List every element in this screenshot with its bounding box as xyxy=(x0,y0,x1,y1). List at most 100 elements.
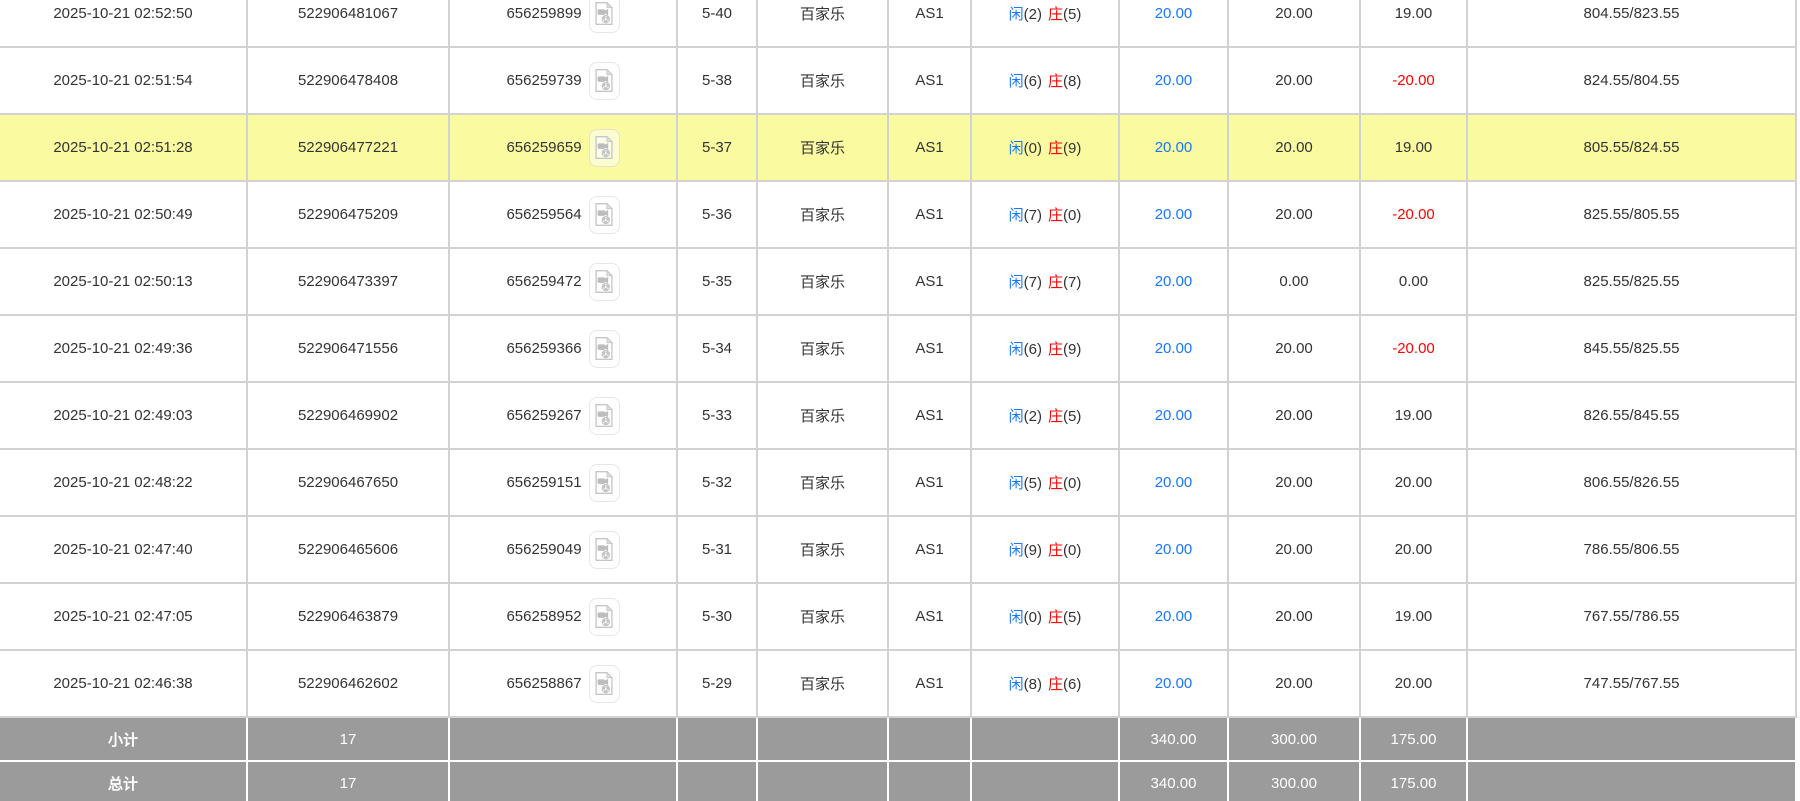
video-file-icon xyxy=(595,1,613,26)
video-replay-button[interactable] xyxy=(588,597,620,636)
banker-result-score: (5) xyxy=(1063,6,1082,23)
bet-amount-link[interactable]: 20.00 xyxy=(1155,72,1193,89)
round-number: 5-38 xyxy=(701,72,733,89)
bet-amount-link[interactable]: 20.00 xyxy=(1155,675,1193,692)
banker-result-label: 庄 xyxy=(1048,676,1064,693)
bet-amount-link[interactable]: 20.00 xyxy=(1155,206,1193,223)
game-result-cell: 闲(6) 庄(8) xyxy=(970,46,1120,115)
video-replay-button[interactable] xyxy=(588,61,620,100)
table-row[interactable]: 2025-10-21 02:46:38 522906462602 6562588… xyxy=(0,649,1797,718)
summary-empty-cell xyxy=(970,716,1120,762)
game-result-cell: 闲(0) 庄(9) xyxy=(970,113,1120,182)
bet-amount-link[interactable]: 20.00 xyxy=(1155,5,1193,22)
balance-cell: 786.55/806.55 xyxy=(1466,515,1797,584)
round-number-cell: 5-31 xyxy=(676,515,758,584)
video-file-icon xyxy=(595,604,613,628)
video-replay-button[interactable] xyxy=(588,195,620,234)
bet-time: 2025-10-21 02:50:13 xyxy=(53,273,193,290)
valid-bet-amount: 20.00 xyxy=(1275,407,1313,424)
table-row[interactable]: 2025-10-21 02:49:36 522906471556 6562593… xyxy=(0,314,1797,383)
table-name-cell: AS1 xyxy=(887,314,972,383)
valid-bet-amount: 0.00 xyxy=(1279,273,1309,290)
table-row[interactable]: 2025-10-21 02:47:05 522906463879 6562589… xyxy=(0,582,1797,651)
round-number: 5-33 xyxy=(701,407,733,424)
video-file-icon xyxy=(595,403,613,427)
table-name: AS1 xyxy=(915,474,944,491)
table-row[interactable]: 2025-10-21 02:51:54 522906478408 6562597… xyxy=(0,46,1797,115)
video-replay-button[interactable] xyxy=(588,664,620,703)
summary-row: 总计 17 340.00 300.00 175.00 xyxy=(0,760,1797,801)
bet-amount-link[interactable]: 20.00 xyxy=(1155,139,1193,156)
bet-amount-link[interactable]: 20.00 xyxy=(1155,541,1193,558)
order-id-cell: 522906462602 xyxy=(246,649,450,718)
game-name: 百家乐 xyxy=(799,274,845,291)
round-id-cell: 656259267 xyxy=(448,381,678,450)
summary-bet-total-cell: 340.00 xyxy=(1118,716,1229,762)
video-replay-button[interactable] xyxy=(588,396,620,435)
table-name-cell: AS1 xyxy=(887,515,972,584)
win-loss-cell: -20.00 xyxy=(1359,46,1468,115)
bet-amount-link[interactable]: 20.00 xyxy=(1155,407,1193,424)
summary-empty-cell xyxy=(756,760,889,801)
player-result-score: (2) xyxy=(1023,6,1042,23)
game-name-cell: 百家乐 xyxy=(756,649,889,718)
round-number-cell: 5-33 xyxy=(676,381,758,450)
game-name: 百家乐 xyxy=(799,475,845,492)
video-replay-button[interactable] xyxy=(588,329,620,368)
table-row[interactable]: 2025-10-21 02:51:28 522906477221 6562596… xyxy=(0,113,1797,182)
summary-win-loss-total-cell: 175.00 xyxy=(1359,716,1468,762)
round-number: 5-37 xyxy=(701,139,733,156)
banker-result-label: 庄 xyxy=(1048,274,1064,291)
valid-bet-amount: 20.00 xyxy=(1275,139,1313,156)
summary-empty-cell xyxy=(448,716,678,762)
video-file-icon xyxy=(595,68,613,92)
table-row[interactable]: 2025-10-21 02:50:49 522906475209 6562595… xyxy=(0,180,1797,249)
video-replay-button[interactable] xyxy=(588,0,620,33)
player-result-score: (2) xyxy=(1023,408,1042,425)
round-number: 5-30 xyxy=(701,608,733,625)
win-loss-cell: 20.00 xyxy=(1359,515,1468,584)
order-id: 522906463879 xyxy=(297,608,399,625)
banker-result-score: (5) xyxy=(1063,408,1082,425)
round-number: 5-40 xyxy=(701,5,733,22)
bet-amount-link[interactable]: 20.00 xyxy=(1155,474,1193,491)
player-result-score: (7) xyxy=(1023,274,1042,291)
round-number-cell: 5-29 xyxy=(676,649,758,718)
player-result-label: 闲 xyxy=(1008,6,1024,23)
balance-before-after: 826.55/845.55 xyxy=(1583,407,1680,424)
table-row[interactable]: 2025-10-21 02:52:50 522906481067 6562598… xyxy=(0,0,1797,48)
video-replay-button[interactable] xyxy=(588,128,620,167)
game-name: 百家乐 xyxy=(799,408,845,425)
table-row[interactable]: 2025-10-21 02:50:13 522906473397 6562594… xyxy=(0,247,1797,316)
game-name-cell: 百家乐 xyxy=(756,46,889,115)
player-result-label: 闲 xyxy=(1008,207,1024,224)
player-result-score: (6) xyxy=(1023,73,1042,90)
banker-result-label: 庄 xyxy=(1048,73,1064,90)
balance-before-after: 845.55/825.55 xyxy=(1583,340,1680,357)
round-number-cell: 5-36 xyxy=(676,180,758,249)
bet-amount-link[interactable]: 20.00 xyxy=(1155,608,1193,625)
bet-amount-link[interactable]: 20.00 xyxy=(1155,273,1193,290)
win-loss-cell: 19.00 xyxy=(1359,0,1468,48)
table-name-cell: AS1 xyxy=(887,381,972,450)
video-replay-button[interactable] xyxy=(588,463,620,502)
table-row[interactable]: 2025-10-21 02:49:03 522906469902 6562592… xyxy=(0,381,1797,450)
valid-bet-cell: 20.00 xyxy=(1227,448,1361,517)
balance-cell: 805.55/824.55 xyxy=(1466,113,1797,182)
win-loss-cell: 19.00 xyxy=(1359,582,1468,651)
round-number-cell: 5-34 xyxy=(676,314,758,383)
video-replay-button[interactable] xyxy=(588,262,620,301)
game-name-cell: 百家乐 xyxy=(756,582,889,651)
banker-result-label: 庄 xyxy=(1048,207,1064,224)
summary-empty-cell xyxy=(448,760,678,801)
order-id: 522906478408 xyxy=(297,72,399,89)
banker-result-score: (8) xyxy=(1063,73,1082,90)
round-id: 656259049 xyxy=(506,541,582,558)
bet-amount-link[interactable]: 20.00 xyxy=(1155,340,1193,357)
player-result-label: 闲 xyxy=(1008,676,1024,693)
banker-result-score: (6) xyxy=(1063,676,1082,693)
order-id: 522906471556 xyxy=(297,340,399,357)
table-row[interactable]: 2025-10-21 02:48:22 522906467650 6562591… xyxy=(0,448,1797,517)
table-row[interactable]: 2025-10-21 02:47:40 522906465606 6562590… xyxy=(0,515,1797,584)
video-replay-button[interactable] xyxy=(588,530,620,569)
